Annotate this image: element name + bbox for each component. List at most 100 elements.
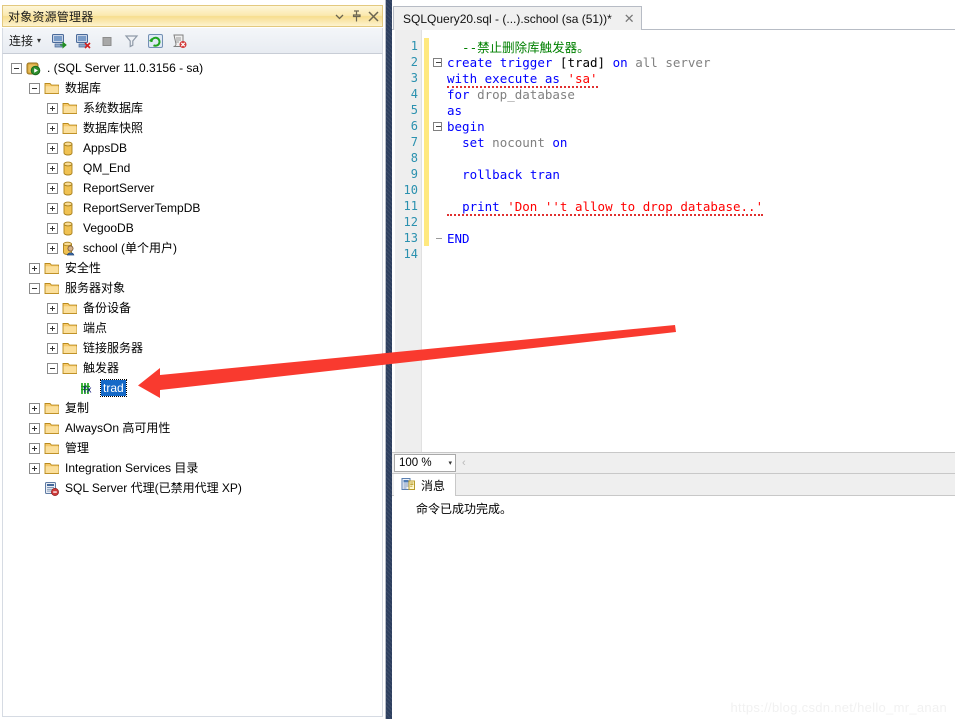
code-lines: 1 --禁止删除库触发器。 2 create trigger [trad] on a…	[392, 38, 955, 262]
tree-node[interactable]: fx trad	[3, 378, 382, 398]
line-number: 5	[410, 103, 418, 117]
tree-node[interactable]: 数据库快照	[3, 118, 382, 138]
expand-icon[interactable]	[47, 342, 58, 354]
tree-node-label: 系统数据库	[83, 101, 144, 115]
code-line: 14	[392, 246, 955, 262]
dropdown-icon[interactable]	[331, 7, 348, 25]
results-messages-pane: 消息 命令已成功完成。	[392, 474, 955, 719]
line-number: 8	[410, 151, 418, 165]
fold-marker[interactable]	[429, 121, 445, 131]
collapse-icon[interactable]	[47, 362, 58, 374]
filter-icon[interactable]	[120, 31, 142, 51]
tree-node-label: VegooDB	[83, 221, 134, 235]
expand-icon[interactable]	[47, 322, 58, 334]
fold-marker[interactable]	[429, 57, 445, 67]
tree-node-label: ReportServerTempDB	[83, 201, 201, 215]
tree-node[interactable]: 备份设备	[3, 298, 382, 318]
expand-icon[interactable]	[47, 242, 58, 254]
tree-node[interactable]: 系统数据库	[3, 98, 382, 118]
database-icon	[62, 200, 79, 216]
tree-node[interactable]: ReportServer	[3, 178, 382, 198]
messages-icon	[401, 477, 416, 494]
code-line: 5 as	[392, 102, 955, 118]
tree-node[interactable]: 服务器对象	[3, 278, 382, 298]
expand-icon[interactable]	[47, 102, 58, 114]
expand-icon[interactable]	[47, 182, 58, 194]
tree-node[interactable]: school (单个用户)	[3, 238, 382, 258]
tree-node[interactable]: 安全性	[3, 258, 382, 278]
sql-code-editor[interactable]: 1 --禁止删除库触发器。 2 create trigger [trad] on a…	[392, 30, 955, 452]
tree-node[interactable]: SQL Server 代理(已禁用代理 XP)	[3, 478, 382, 498]
tree-node[interactable]: Integration Services 目录	[3, 458, 382, 478]
zoom-level-combobox[interactable]: 100 % ▾	[394, 454, 456, 472]
disconnect-object-explorer-icon[interactable]	[72, 31, 94, 51]
tree-node-label: AppsDB	[83, 141, 128, 155]
code-line: 9 rollback tran	[392, 166, 955, 182]
tab-messages[interactable]: 消息	[394, 474, 457, 496]
refresh-icon[interactable]	[144, 31, 166, 51]
stop-icon[interactable]	[96, 31, 118, 51]
code-line: 2 create trigger [trad] on all server	[392, 54, 955, 70]
tree-node[interactable]: ReportServerTempDB	[3, 198, 382, 218]
expand-icon[interactable]	[29, 402, 40, 414]
expand-icon[interactable]	[29, 262, 40, 274]
tree-node[interactable]: 链接服务器	[3, 338, 382, 358]
expand-icon[interactable]	[29, 462, 40, 474]
changed-line-marker	[424, 166, 429, 182]
tree-node[interactable]: AlwaysOn 高可用性	[3, 418, 382, 438]
connect-object-explorer-icon[interactable]	[48, 31, 70, 51]
tab-close-icon[interactable]: ✕	[624, 12, 635, 25]
tree-node-label: 数据库快照	[83, 121, 144, 135]
code-text: --禁止删除库触发器。	[447, 39, 590, 55]
database-icon	[62, 160, 79, 176]
agent-disabled-icon	[44, 480, 61, 496]
expand-icon[interactable]	[29, 442, 40, 454]
tree-node-label: school (单个用户)	[83, 241, 178, 255]
expand-icon[interactable]	[29, 422, 40, 434]
pin-icon[interactable]	[348, 7, 365, 25]
script-icon[interactable]	[168, 31, 190, 51]
tree-node[interactable]: AppsDB	[3, 138, 382, 158]
tree-node[interactable]: 管理	[3, 438, 382, 458]
changed-line-marker	[424, 70, 429, 86]
connect-button[interactable]: 连接	[8, 32, 35, 49]
tree-node-label: trad	[100, 379, 127, 397]
tree-node-label: 复制	[65, 401, 90, 415]
tree-node[interactable]: VegooDB	[3, 218, 382, 238]
tree-node-label: SQL Server 代理(已禁用代理 XP)	[65, 481, 242, 495]
changed-line-marker	[424, 150, 429, 166]
tree-node[interactable]: QM_End	[3, 158, 382, 178]
tab-sqlquery20[interactable]: SQLQuery20.sql - (...).school (sa (51))*…	[393, 6, 642, 30]
ssms-window: 对象资源管理器 连接 ▾ . (SQL Server 11.0.3156 - s…	[0, 0, 955, 719]
object-explorer-tree[interactable]: . (SQL Server 11.0.3156 - sa) 数据库系统数据库数据库…	[2, 54, 383, 717]
close-icon[interactable]	[365, 7, 382, 25]
collapse-icon[interactable]	[29, 82, 40, 94]
tree-node[interactable]: . (SQL Server 11.0.3156 - sa)	[3, 58, 382, 78]
tree-node-label: 安全性	[65, 261, 102, 275]
collapse-icon[interactable]	[11, 62, 22, 74]
folder-icon	[44, 80, 61, 96]
tree-node[interactable]: 触发器	[3, 358, 382, 378]
scroll-left-icon[interactable]: ‹	[456, 457, 472, 469]
code-text: print 'Don ''t allow to drop database..'	[445, 198, 764, 216]
expand-icon[interactable]	[47, 222, 58, 234]
line-number: 12	[403, 215, 418, 229]
expand-icon[interactable]	[47, 302, 58, 314]
tree-node-label: 数据库	[65, 81, 102, 95]
line-number: 4	[410, 87, 418, 101]
connect-dropdown-caret-icon[interactable]: ▾	[37, 36, 41, 45]
tree-node[interactable]: 端点	[3, 318, 382, 338]
expand-icon[interactable]	[47, 202, 58, 214]
database-icon	[62, 140, 79, 156]
expand-icon[interactable]	[47, 162, 58, 174]
code-text: as	[447, 102, 463, 118]
collapse-icon[interactable]	[29, 282, 40, 294]
tree-node[interactable]: 数据库	[3, 78, 382, 98]
folder-icon	[44, 440, 61, 456]
line-number: 9	[410, 167, 418, 181]
expand-icon[interactable]	[47, 122, 58, 134]
messages-output-text: 命令已成功完成。	[392, 496, 955, 719]
tree-node[interactable]: 复制	[3, 398, 382, 418]
expand-icon[interactable]	[47, 142, 58, 154]
no-expander	[65, 383, 76, 394]
